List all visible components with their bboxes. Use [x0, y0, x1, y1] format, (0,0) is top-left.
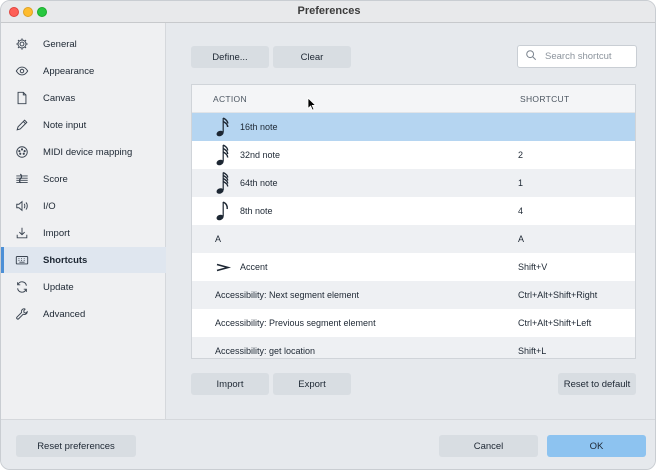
- sidebar-item-general[interactable]: General: [1, 31, 166, 57]
- column-header-shortcut[interactable]: SHORTCUT: [520, 94, 569, 104]
- sidebar-item-import[interactable]: Import: [1, 220, 166, 246]
- search-icon: [525, 49, 545, 64]
- mouse-cursor-icon: [307, 97, 317, 111]
- sidebar-item-canvas[interactable]: Canvas: [1, 85, 166, 111]
- table-row[interactable]: 16th note: [192, 113, 635, 141]
- sidebar-item-label: Update: [43, 281, 74, 293]
- sidebar-item-label: Note input: [43, 119, 87, 131]
- sixteenth-note-icon: [214, 115, 232, 139]
- table-row[interactable]: 8th note 4: [192, 197, 635, 225]
- export-button[interactable]: Export: [273, 373, 351, 395]
- accent-icon: [214, 255, 232, 279]
- reset-preferences-button[interactable]: Reset preferences: [16, 435, 136, 457]
- reset-to-default-button[interactable]: Reset to default: [558, 373, 636, 395]
- sidebar-item-label: Import: [43, 227, 70, 239]
- sidebar: General Appearance Canvas Note input MID…: [1, 23, 166, 419]
- table-row[interactable]: Accent Shift+V: [192, 253, 635, 281]
- table-row[interactable]: Accessibility: Next segment element Ctrl…: [192, 281, 635, 309]
- table-row[interactable]: 32nd note 2: [192, 141, 635, 169]
- sidebar-item-label: General: [43, 38, 77, 50]
- column-header-action[interactable]: ACTION: [213, 94, 247, 104]
- sidebar-item-advanced[interactable]: Advanced: [1, 301, 166, 327]
- wrench-icon: [15, 307, 29, 321]
- title-bar: Preferences: [1, 1, 655, 23]
- sidebar-item-appearance[interactable]: Appearance: [1, 58, 166, 84]
- midi-icon: [15, 145, 29, 159]
- import-button[interactable]: Import: [191, 373, 269, 395]
- preferences-window: Preferences General Appearance Canvas No…: [0, 0, 656, 470]
- sidebar-item-io[interactable]: I/O: [1, 193, 166, 219]
- eighth-note-icon: [214, 199, 232, 223]
- ok-button[interactable]: OK: [547, 435, 646, 457]
- score-icon: [15, 172, 29, 186]
- table-row[interactable]: 64th note 1: [192, 169, 635, 197]
- sidebar-item-label: Score: [43, 173, 68, 185]
- sidebar-item-shortcuts[interactable]: Shortcuts: [1, 247, 166, 273]
- sixty-fourth-note-icon: [214, 171, 232, 195]
- eye-icon: [15, 64, 29, 78]
- search-input[interactable]: [545, 51, 635, 62]
- define-button[interactable]: Define...: [191, 46, 269, 68]
- clear-button[interactable]: Clear: [273, 46, 351, 68]
- sidebar-item-label: Advanced: [43, 308, 86, 320]
- table-row[interactable]: A A: [192, 225, 635, 253]
- sidebar-item-label: Shortcuts: [43, 254, 88, 266]
- search-box[interactable]: [517, 45, 637, 68]
- table-row[interactable]: Accessibility: get location Shift+L: [192, 337, 635, 358]
- sidebar-item-label: Appearance: [43, 65, 95, 77]
- gear-icon: [15, 37, 29, 51]
- sidebar-item-label: MIDI device mapping: [43, 146, 133, 158]
- speaker-icon: [15, 199, 29, 213]
- shortcuts-panel: Define... Clear ACTION SHORTCUT 16th not…: [167, 23, 655, 419]
- document-icon: [15, 91, 29, 105]
- refresh-icon: [15, 280, 29, 294]
- cancel-button[interactable]: Cancel: [439, 435, 538, 457]
- pencil-icon: [15, 118, 29, 132]
- sidebar-item-midi-device-mapping[interactable]: MIDI device mapping: [1, 139, 166, 165]
- shortcuts-table: ACTION SHORTCUT 16th note 32nd note 2 64…: [191, 84, 636, 359]
- sidebar-item-update[interactable]: Update: [1, 274, 166, 300]
- import-icon: [15, 226, 29, 240]
- sidebar-item-label: I/O: [43, 200, 56, 212]
- keyboard-icon: [15, 253, 29, 267]
- window-title: Preferences: [297, 5, 361, 17]
- sidebar-item-note-input[interactable]: Note input: [1, 112, 166, 138]
- thirty-second-note-icon: [214, 143, 232, 167]
- sidebar-item-label: Canvas: [43, 92, 76, 104]
- table-header: ACTION SHORTCUT: [192, 85, 635, 113]
- footer: Reset preferences Cancel OK: [1, 419, 655, 469]
- table-row[interactable]: Accessibility: Previous segment element …: [192, 309, 635, 337]
- sidebar-item-score[interactable]: Score: [1, 166, 166, 192]
